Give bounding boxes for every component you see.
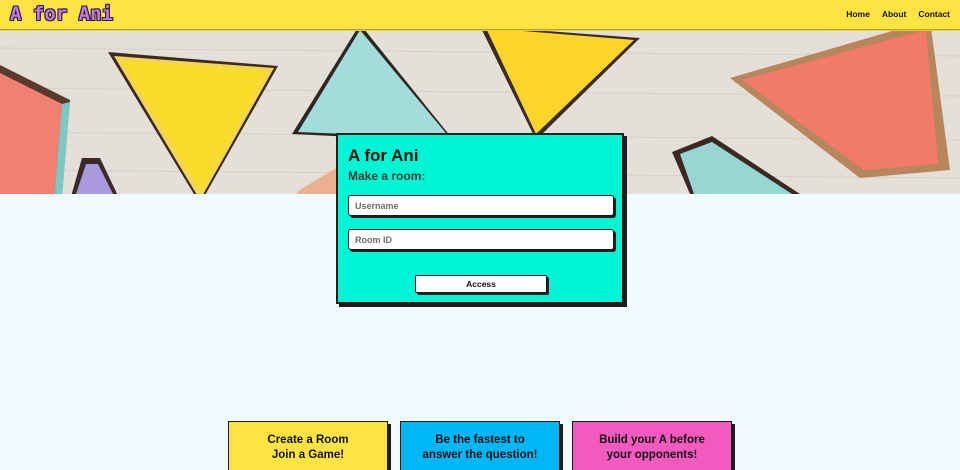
nav-link-home[interactable]: Home (846, 9, 870, 19)
create-room-card: A for Ani Make a room: Access (336, 133, 624, 304)
site-logo[interactable]: A for Ani (10, 3, 113, 25)
username-input[interactable] (348, 195, 614, 216)
feature-card-fastest: Be the fastest to answer the question! (400, 421, 560, 470)
feature-card-create-room: Create a Room Join a Game! (228, 421, 388, 470)
feature-text: Create a Room Join a Game! (267, 434, 349, 461)
nav-link-about[interactable]: About (882, 9, 907, 19)
room-id-input[interactable] (348, 229, 614, 250)
feature-text: Build your A before your opponents! (599, 434, 705, 461)
access-button[interactable]: Access (415, 275, 547, 293)
nav-links: Home About Contact (846, 9, 950, 19)
feature-card-build-a: Build your A before your opponents! (572, 421, 732, 470)
nav-link-contact[interactable]: Contact (918, 9, 950, 19)
feature-text: Be the fastest to answer the question! (422, 434, 538, 461)
card-title: A for Ani (348, 146, 419, 165)
card-subtitle: Make a room: (348, 169, 426, 183)
top-navbar: A for Ani Home About Contact (0, 0, 960, 30)
